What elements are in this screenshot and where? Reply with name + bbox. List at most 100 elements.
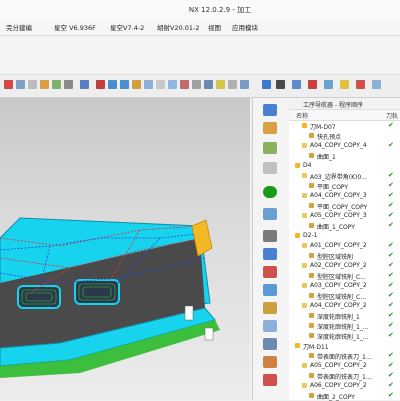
tree-operation[interactable]: 型腔区域铣削 ✔ xyxy=(289,251,400,261)
tree-operation[interactable]: 平面_COPY_COPY ✔ xyxy=(289,201,400,211)
replay-icon[interactable] xyxy=(263,230,277,242)
tree-operation[interactable]: A06_COPY_COPY_2 ✔ xyxy=(289,381,400,391)
snap-mid-icon[interactable] xyxy=(108,80,117,89)
column-name-header[interactable]: 名称 xyxy=(296,111,308,120)
orient-icon[interactable] xyxy=(308,80,317,89)
tree-operation[interactable]: 深度轮廓铣削_1_... ✔ xyxy=(289,331,400,341)
tree-label: 型腔区域铣削_C... xyxy=(317,274,366,281)
column-toolpath-header[interactable]: 刀轨 xyxy=(386,111,398,120)
menu-item-v20[interactable]: 胡射V20.01-2 xyxy=(157,22,200,32)
toolpath-ok-icon: ✔ xyxy=(388,181,394,189)
snap-quadrant-icon[interactable] xyxy=(132,80,141,89)
menu-item-finish-edit[interactable]: 完分建编 xyxy=(6,22,32,32)
layer-icon[interactable] xyxy=(292,80,301,89)
menu-item-view[interactable]: 视图 xyxy=(208,22,221,32)
navigator-icon[interactable] xyxy=(263,104,277,116)
tree-operation[interactable]: 平面_COPY ✔ xyxy=(289,181,400,191)
navigator-title-bar: 工序导航器 - 程序顺序 xyxy=(289,98,400,110)
tree-label: A06_COPY_COPY_2 xyxy=(310,382,367,389)
snap-curve-icon[interactable] xyxy=(192,80,201,89)
snap-center-icon[interactable] xyxy=(120,80,129,89)
method-icon[interactable] xyxy=(263,162,277,174)
select-icon[interactable] xyxy=(4,80,13,89)
tree-operation[interactable]: A03_COPY_COPY_2 ✔ xyxy=(289,281,400,291)
tree-label: 平面_COPY xyxy=(317,184,349,191)
tree-operation[interactable]: A04_COPY_COPY_4 ✔ xyxy=(289,141,400,151)
tree-folder[interactable]: 刀M-D07 ✔ xyxy=(289,121,400,131)
check-icon[interactable] xyxy=(263,186,277,198)
tree-operation[interactable]: 深度轮廓铣削_1_... ✔ xyxy=(289,321,400,331)
tree-operation[interactable]: 曲面_1_COPY ✔ xyxy=(289,221,400,231)
tree-operation[interactable]: 快孔预点 xyxy=(289,131,400,141)
toolpath-ok-icon: ✔ xyxy=(388,311,394,319)
wcs-icon[interactable] xyxy=(276,80,285,89)
tree-operation[interactable]: 型腔区域铣削_C... ✔ xyxy=(289,271,400,281)
operation-icon xyxy=(309,353,314,358)
marker-1 xyxy=(184,305,194,321)
measure-icon[interactable] xyxy=(262,80,271,89)
tool-icon[interactable] xyxy=(80,80,89,89)
snap-line-icon[interactable] xyxy=(180,80,189,89)
tool-library-icon[interactable] xyxy=(263,302,277,314)
menu-item-xingkong-v7[interactable]: 星空V7.4-2 xyxy=(110,22,144,32)
graphics-viewport[interactable] xyxy=(0,98,250,400)
tree-operation[interactable]: A04_COPY_COPY_3 ✔ xyxy=(289,191,400,201)
simulate-icon[interactable] xyxy=(263,338,277,350)
point-icon[interactable] xyxy=(40,80,49,89)
show-icon[interactable] xyxy=(340,80,349,89)
operation-navigator: 工序导航器 - 程序顺序 名称 刀轨 刀M-D07 ✔ 快孔预点 A04_COPY_C… xyxy=(289,98,400,401)
feature-icon[interactable] xyxy=(263,320,277,332)
toolpath-ok-icon: ✔ xyxy=(388,191,394,199)
tree-folder[interactable]: D2-1 xyxy=(289,231,400,241)
tree-operation[interactable]: A05_COPY_COPY_2 ✔ xyxy=(289,361,400,371)
operation-icon xyxy=(302,383,307,388)
snap-arc-icon[interactable] xyxy=(240,80,249,89)
operation-icon xyxy=(302,143,307,148)
toolbar xyxy=(0,75,400,98)
postprocess-icon[interactable] xyxy=(263,266,277,278)
tree-operation[interactable]: A02_COPY_COPY_2 ✔ xyxy=(289,261,400,271)
tree-folder[interactable]: 刀M-D11 xyxy=(289,341,400,351)
snap-icon[interactable] xyxy=(28,80,37,89)
snap-intersect-icon[interactable] xyxy=(144,80,153,89)
tree-label: A04_COPY_COPY_3 xyxy=(310,192,367,199)
toolpath-ok-icon: ✔ xyxy=(388,321,394,329)
generate-icon[interactable] xyxy=(263,208,277,220)
program-icon[interactable] xyxy=(263,122,277,134)
snap-extend-icon[interactable] xyxy=(216,80,225,89)
tree-operation[interactable]: A04_COPY_COPY_2 ✔ xyxy=(289,301,400,311)
tree-operation[interactable]: 深度轮廓铣削_1 ✔ xyxy=(289,311,400,321)
snap-pole-icon[interactable] xyxy=(228,80,237,89)
render-icon[interactable] xyxy=(324,80,333,89)
tree-folder[interactable]: D4 xyxy=(289,161,400,171)
operation-icon xyxy=(302,173,307,178)
tree-operation[interactable]: 曲面_1 xyxy=(289,151,400,161)
snap-tangent-icon[interactable] xyxy=(156,80,165,89)
tree-operation[interactable]: 型腔区域铣削_C... ✔ xyxy=(289,291,400,301)
hide-icon[interactable] xyxy=(356,80,365,89)
tree-operation[interactable]: 带表面的铣表刀_1... ✔ xyxy=(289,351,400,361)
snap-face-icon[interactable] xyxy=(168,80,177,89)
verify-icon[interactable] xyxy=(263,248,277,260)
toolpath-ok-icon: ✔ xyxy=(388,121,394,129)
geometry-icon[interactable] xyxy=(263,142,277,154)
operation-icon xyxy=(309,153,314,158)
operation-icon xyxy=(302,213,307,218)
output-icon[interactable] xyxy=(263,356,277,368)
navigator-title: 工序导航器 - 程序顺序 xyxy=(303,102,363,109)
more-icon[interactable] xyxy=(372,80,381,89)
shop-doc-icon[interactable] xyxy=(263,284,277,296)
snap-end-icon[interactable] xyxy=(96,80,105,89)
settings-icon[interactable] xyxy=(263,374,277,386)
tree-operation[interactable]: A03_边界带角(K)0... ✔ xyxy=(289,171,400,181)
filter-icon[interactable] xyxy=(16,80,25,89)
tree-operation[interactable]: A05_COPY_COPY_3 ✔ xyxy=(289,211,400,221)
view-icon[interactable] xyxy=(52,80,61,89)
snap-grid-icon[interactable] xyxy=(204,80,213,89)
tree-label: A05_COPY_COPY_2 xyxy=(310,362,367,369)
menu-item-xingkong-v6[interactable]: 星空 V6.936F xyxy=(54,22,96,32)
tree-operation[interactable]: 带表面的铣表刀_1... ✔ xyxy=(289,371,400,381)
menu-item-application[interactable]: 应用模块 xyxy=(232,22,258,32)
dropdown-icon[interactable] xyxy=(64,80,73,89)
tree-operation[interactable]: A01_COPY_COPY_2 ✔ xyxy=(289,241,400,251)
